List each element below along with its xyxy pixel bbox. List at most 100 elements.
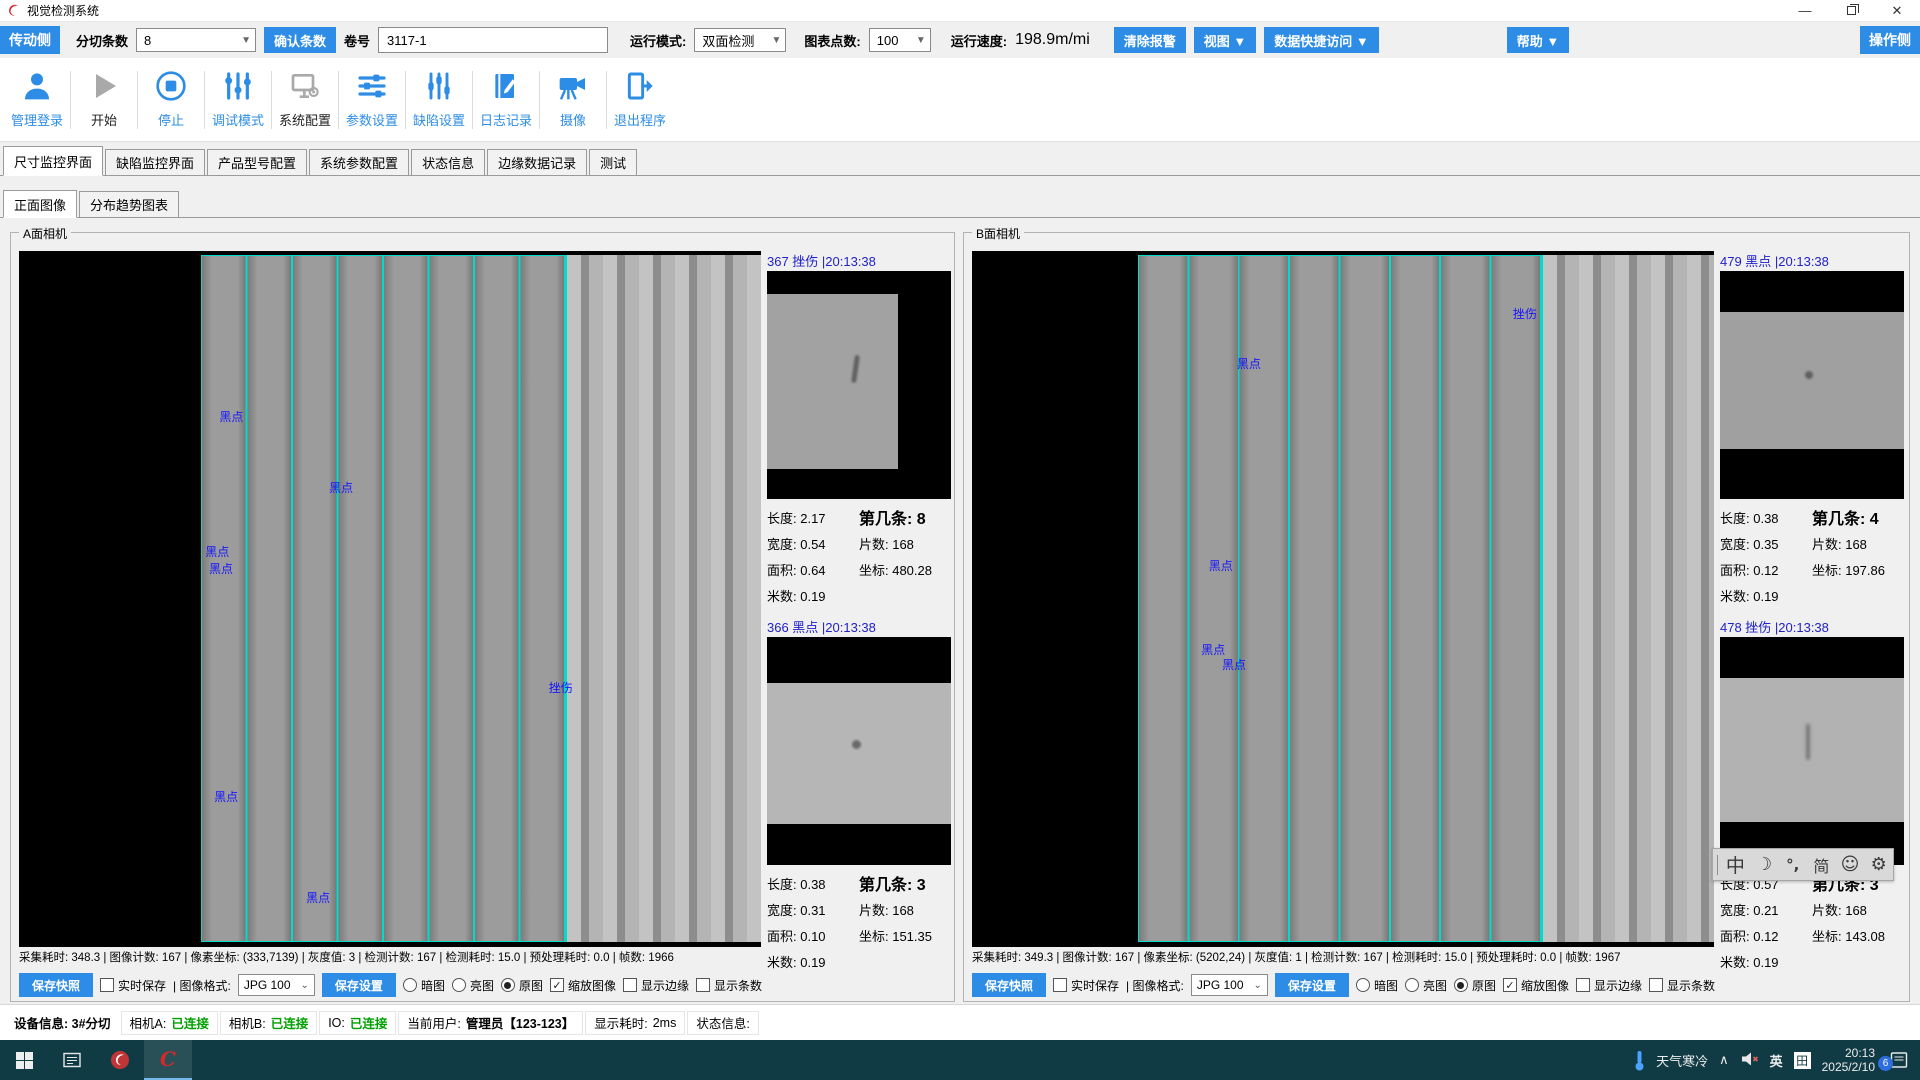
defect-card[interactable]: 479 黑点 |20:13:38 长度: 0.38第几条: 4 宽度: 0.35… — [1720, 251, 1904, 611]
tab-edge-data-record[interactable]: 边缘数据记录 — [487, 149, 587, 175]
close-button[interactable]: ✕ — [1874, 0, 1920, 21]
camera-b-image[interactable]: 挫伤 黑点 黑点 黑点 黑点 — [972, 251, 1714, 947]
show-edges-checkbox[interactable] — [1576, 978, 1590, 992]
operator-side-button[interactable]: 操作侧 — [1860, 26, 1920, 54]
confirm-count-button[interactable]: 确认条数 — [264, 27, 336, 53]
tab-front-image[interactable]: 正面图像 — [3, 190, 77, 218]
slit-count-label: 分切条数 — [76, 31, 128, 50]
display-time-label: 显示耗时: — [594, 1013, 647, 1032]
data-quick-access-button[interactable]: 数据快捷访问 ▼ — [1264, 27, 1378, 53]
defect-card[interactable]: 367 挫伤 |20:13:38 长度: 2.17第几条: 8 宽度: 0.54… — [767, 251, 951, 611]
defect-marker-label: 黑点 — [329, 479, 353, 496]
hidden-icons-arrow[interactable]: ∧ — [1719, 1052, 1729, 1068]
io-conn-status: 已连接 — [350, 1013, 388, 1032]
defect-card[interactable]: 478 挫伤 |20:13:38 长度: 0.57第几条: 3 宽度: 0.21… — [1720, 617, 1904, 977]
clock[interactable]: 20:13 2025/2/10 — [1822, 1046, 1875, 1074]
run-mode-select[interactable]: 双面检测 ▼ — [694, 28, 786, 52]
exit-program-button[interactable]: 退出程序 — [607, 64, 673, 136]
restore-button[interactable] — [1828, 0, 1874, 21]
thermometer-icon[interactable] — [1634, 1050, 1645, 1071]
stop-button[interactable]: 停止 — [138, 64, 204, 136]
pinned-app-button[interactable] — [96, 1040, 144, 1080]
save-settings-button[interactable]: 保存设置 — [322, 973, 396, 997]
zoom-image-checkbox[interactable]: ✓ — [1503, 978, 1517, 992]
ime-grid-icon[interactable]: 田 — [1794, 1052, 1811, 1069]
slit-count-select[interactable]: 8 ▼ — [136, 28, 256, 52]
save-settings-button[interactable]: 保存设置 — [1275, 973, 1349, 997]
clear-alarm-button[interactable]: 清除报警 — [1114, 27, 1186, 53]
tab-size-monitor[interactable]: 尺寸监控界面 — [3, 146, 103, 176]
roll-number-input[interactable]: 3117-1 — [378, 27, 608, 53]
weather-text[interactable]: 天气寒冷 — [1656, 1051, 1708, 1070]
param-settings-button[interactable]: 参数设置 — [339, 64, 405, 136]
ime-punctuation-icon[interactable]: °, — [1778, 856, 1807, 874]
save-snapshot-button[interactable]: 保存快照 — [972, 973, 1046, 997]
notification-icon — [1890, 1051, 1908, 1069]
debug-mode-button[interactable]: 调试模式 — [205, 64, 271, 136]
tab-defect-monitor[interactable]: 缺陷监控界面 — [105, 149, 205, 175]
dark-image-radio[interactable] — [403, 978, 417, 992]
window-title: 视觉检测系统 — [27, 2, 99, 19]
start-button[interactable] — [0, 1040, 48, 1080]
defect-marker-label: 挫伤 — [549, 679, 573, 696]
defect-thumbnail — [767, 637, 951, 865]
tab-distribution-trend-chart[interactable]: 分布趋势图表 — [79, 191, 179, 217]
task-view-button[interactable] — [48, 1040, 96, 1080]
log-record-button[interactable]: 日志记录 — [473, 64, 539, 136]
minimize-button[interactable]: — — [1782, 0, 1828, 21]
start-button[interactable]: 开始 — [71, 64, 137, 136]
defect-settings-button[interactable]: 缺陷设置 — [406, 64, 472, 136]
defect-marker-label: 挫伤 — [1513, 305, 1537, 322]
tab-system-param-config[interactable]: 系统参数配置 — [309, 149, 409, 175]
save-snapshot-button[interactable]: 保存快照 — [19, 973, 93, 997]
ime-chinese-mode-icon[interactable]: 中 — [1721, 851, 1750, 878]
image-format-select[interactable]: JPG 100⌄ — [238, 974, 315, 996]
strip-region — [201, 255, 568, 942]
image-format-select[interactable]: JPG 100⌄ — [1191, 974, 1268, 996]
show-edges-checkbox[interactable] — [623, 978, 637, 992]
realtime-save-checkbox[interactable] — [100, 978, 114, 992]
ime-language-indicator[interactable]: 英 — [1770, 1051, 1783, 1070]
defect-marker-label: 黑点 — [209, 560, 233, 577]
capture-button[interactable]: 摄像 — [540, 64, 606, 136]
tab-product-model-config[interactable]: 产品型号配置 — [207, 149, 307, 175]
tab-test[interactable]: 测试 — [589, 149, 637, 175]
view-menu-button[interactable]: 视图 ▼ — [1194, 27, 1256, 53]
speaker-muted-icon[interactable] — [1740, 1050, 1759, 1071]
roll-number-label: 卷号 — [344, 31, 370, 50]
ime-simplified-icon[interactable]: 简 — [1807, 853, 1836, 877]
date-text: 2025/2/10 — [1822, 1060, 1875, 1074]
original-image-radio[interactable] — [1454, 978, 1468, 992]
zoom-image-checkbox[interactable]: ✓ — [550, 978, 564, 992]
exit-door-icon — [624, 70, 656, 105]
realtime-save-checkbox[interactable] — [1053, 978, 1067, 992]
help-menu-button[interactable]: 帮助 ▼ — [1507, 27, 1569, 53]
notification-center-button[interactable]: 6 — [1886, 1051, 1912, 1069]
vision-app-taskbar-button[interactable]: C — [144, 1040, 192, 1080]
original-image-radio[interactable] — [501, 978, 515, 992]
show-count-checkbox[interactable] — [696, 978, 710, 992]
camera-a-conn-label: 相机A: — [130, 1013, 167, 1032]
camera-a-image[interactable]: 黑点 黑点 黑点 黑点 挫伤 黑点 黑点 — [19, 251, 761, 947]
chart-points-select[interactable]: 100 ▼ — [869, 28, 931, 52]
drive-side-button[interactable]: 传动侧 — [0, 26, 60, 54]
ime-settings-gear-icon[interactable]: ⚙ — [1864, 854, 1893, 875]
title-bar: 视觉检测系统 — ✕ — [0, 0, 1920, 22]
icon-toolbar: 管理登录 开始 停止 调试模式 系统配置 参数设置 缺陷设置 — [0, 58, 1920, 142]
strip-region — [1138, 255, 1542, 942]
banded-region — [1543, 255, 1714, 942]
defect-card[interactable]: 366 黑点 |20:13:38 长度: 0.38第几条: 3 宽度: 0.31… — [767, 617, 951, 977]
window-controls: — ✕ — [1782, 0, 1920, 21]
show-count-checkbox[interactable] — [1649, 978, 1663, 992]
dark-image-radio[interactable] — [1356, 978, 1370, 992]
ime-fullwidth-moon-icon[interactable]: ☽ — [1750, 854, 1779, 875]
ime-language-bar[interactable]: 中 ☽ °, 简 ☺ ⚙ — [1712, 848, 1894, 881]
ime-emoji-icon[interactable]: ☺ — [1836, 854, 1865, 875]
vision-app-icon: C — [160, 1047, 176, 1071]
admin-login-button[interactable]: 管理登录 — [4, 64, 70, 136]
system-config-button[interactable]: 系统配置 — [272, 64, 338, 136]
tab-status-info[interactable]: 状态信息 — [411, 149, 485, 175]
status-info-label: 状态信息: — [696, 1013, 749, 1032]
bright-image-radio[interactable] — [452, 978, 466, 992]
bright-image-radio[interactable] — [1405, 978, 1419, 992]
